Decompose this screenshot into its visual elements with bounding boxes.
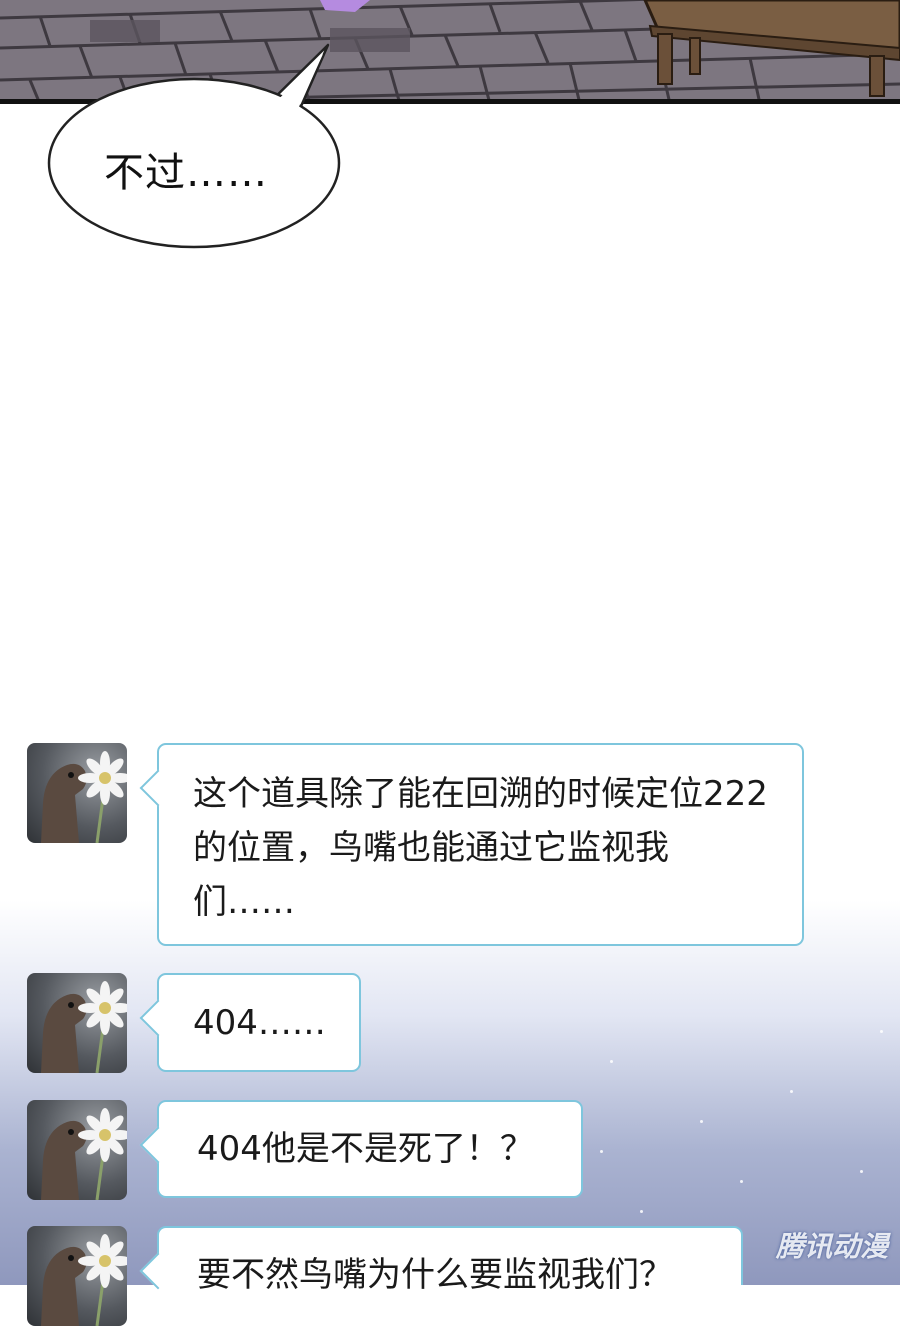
bubble-tail (139, 769, 177, 807)
avatar (27, 973, 127, 1073)
chat-message-text: 要不然鸟嘴为什么要监视我们？ (197, 1255, 673, 1295)
speech-bubble (47, 43, 341, 249)
chat-message-text: 这个道具除了能在回溯的时候定位222的位置，鸟嘴也能通过它监视我们…… (193, 774, 768, 922)
squirrel-daisy-icon (41, 981, 127, 1073)
watermark-logo: 腾讯动漫 (775, 1230, 888, 1263)
star (740, 1180, 743, 1183)
avatar (27, 743, 127, 843)
squirrel-daisy-icon (41, 1108, 127, 1200)
star (860, 1170, 863, 1173)
star (610, 1060, 613, 1063)
star (790, 1090, 793, 1093)
squirrel-daisy-icon (41, 1234, 127, 1326)
star (700, 1120, 703, 1123)
avatar (27, 1100, 127, 1200)
chat-message-bubble: 要不然鸟嘴为什么要监视我们？ (139, 1226, 743, 1295)
chat-message-bubble: 404他是不是死了！？ (139, 1100, 583, 1198)
chat-message-bubble: 404…… (139, 973, 361, 1072)
avatar (27, 1226, 127, 1326)
star (640, 1210, 643, 1213)
star (600, 1150, 603, 1153)
squirrel-daisy-icon (41, 751, 127, 843)
chat-message-text: 404…… (193, 1003, 326, 1043)
chat-message-text: 404他是不是死了！？ (197, 1129, 534, 1169)
chat-message-bubble: 这个道具除了能在回溯的时候定位222的位置，鸟嘴也能通过它监视我们…… (139, 743, 804, 946)
speech-text: 不过…… (104, 150, 268, 196)
star (880, 1030, 883, 1033)
